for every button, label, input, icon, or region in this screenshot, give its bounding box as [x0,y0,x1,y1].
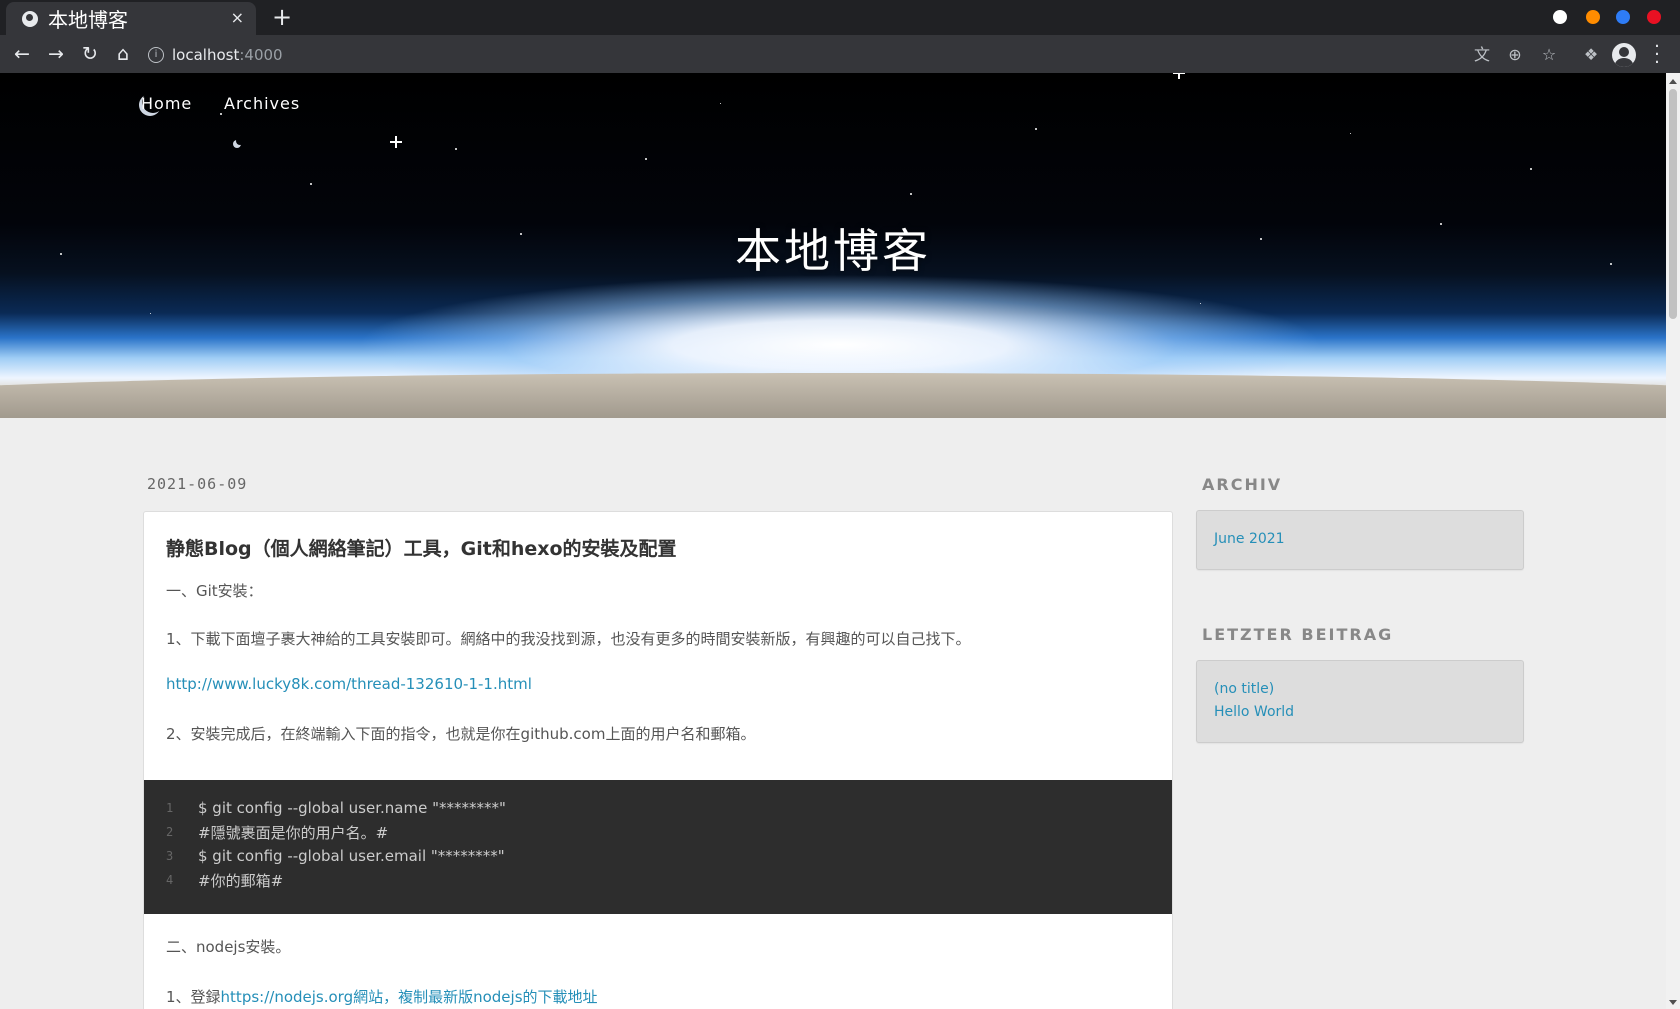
post-paragraph: 2、安裝完成后，在終端輸入下面的指令，也就是你在github.com上面的用户名… [166,725,756,743]
extensions-icon[interactable]: ❖ [1580,44,1602,66]
maximize-button[interactable] [1616,10,1630,24]
code-text: #隱號裹面是你的用户名。# [198,823,389,842]
close-tab-icon[interactable]: × [231,8,244,28]
post-paragraph: 一、Git安裝： [166,582,263,600]
globe-icon [22,10,38,27]
archive-widget: June 2021 [1196,510,1524,570]
post-paragraph: 1、下載下面壇子裹大神給的工具安裝即可。網絡中的我没找到源，也没有更多的時間安裝… [166,630,971,648]
external-link[interactable]: https://nodejs.org網站，複制最新版nodejs的下載地址 [221,988,598,1006]
moon-crescent [236,137,244,145]
profile-menu-icon[interactable] [1553,10,1567,24]
bookmark-star-icon[interactable]: ☆ [1538,44,1560,66]
translate-icon[interactable]: 文 [1471,44,1493,66]
code-block: 1 $ git config --global user.name "*****… [144,780,1172,914]
earth-horizon [0,373,1666,418]
code-line: 4 #你的郵箱# [144,869,283,891]
archive-heading: ARCHIV [1202,475,1283,494]
url-port: :4000 [239,46,283,64]
code-text: #你的郵箱# [198,871,284,890]
line-number: 1 [166,801,174,815]
code-line: 2 #隱號裹面是你的用户名。# [144,821,388,843]
url-host: localhost [172,46,240,64]
code-text: $ git config --global user.email "******… [198,847,505,865]
page-viewport: Home Archives 本地博客 2021-06-09 静態Blog（個人網… [0,73,1666,1009]
line-number: 3 [166,849,174,863]
new-tab-button[interactable]: + [272,4,292,30]
home-icon[interactable]: ⌂ [111,42,135,66]
code-line: 3 $ git config --global user.email "****… [144,845,505,867]
star-sparkle [390,136,402,148]
scroll-thumb[interactable] [1669,89,1677,319]
post-date: 2021-06-09 [147,475,248,493]
browser-tab[interactable]: 本地博客 × [6,2,256,35]
archive-link[interactable]: June 2021 [1214,531,1285,547]
post-title[interactable]: 静態Blog（個人網絡筆記）工具，Git和hexo的安裝及配置 [166,534,677,561]
star-sparkle [1173,73,1185,79]
line-number: 2 [166,825,174,839]
nav-home-link[interactable]: Home [141,94,192,113]
post-link-paragraph: http://www.lucky8k.com/thread-132610-1-1… [166,675,532,693]
post-paragraph: 二、nodejs安裝。 [166,938,291,956]
scroll-up-icon[interactable] [1669,79,1677,84]
close-window-button[interactable] [1647,10,1661,24]
scroll-down-icon[interactable] [1669,1000,1677,1005]
post-article: 静態Blog（個人網絡筆記）工具，Git和hexo的安裝及配置 一、Git安裝：… [143,511,1173,1009]
external-link[interactable]: http://www.lucky8k.com/thread-132610-1-1… [166,675,532,693]
address-bar[interactable]: i localhost:4000 [148,43,283,67]
recent-posts-heading: LETZTER BEITRAG [1202,625,1394,644]
back-icon[interactable]: ← [10,42,34,66]
code-text: $ git config --global user.name "*******… [198,799,506,817]
recent-posts-widget: (no title) Hello World [1196,660,1524,743]
recent-post-link[interactable]: (no title) [1214,681,1274,697]
recent-post-link[interactable]: Hello World [1214,704,1294,720]
nav-archives-link[interactable]: Archives [224,94,300,113]
browser-tab-bar: 本地博客 × + [0,0,1680,35]
tab-title: 本地博客 [48,8,128,32]
site-info-icon[interactable]: i [148,47,164,63]
post-paragraph: 1、登録https://nodejs.org網站，複制最新版nodejs的下載地… [166,986,598,1007]
profile-avatar-icon[interactable] [1612,43,1636,67]
forward-icon[interactable]: → [44,42,68,66]
header-banner: Home Archives 本地博客 [0,73,1666,418]
line-number: 4 [166,873,174,887]
page-scrollbar[interactable] [1666,73,1680,1009]
code-line: 1 $ git config --global user.name "*****… [144,797,506,819]
site-title: 本地博客 [735,224,931,278]
post-text: 1、登録 [166,988,221,1006]
minimize-button[interactable] [1586,10,1600,24]
reload-icon[interactable]: ↻ [78,42,102,66]
zoom-icon[interactable]: ⊕ [1504,44,1526,66]
menu-dots-icon[interactable]: · · · [1652,38,1662,72]
